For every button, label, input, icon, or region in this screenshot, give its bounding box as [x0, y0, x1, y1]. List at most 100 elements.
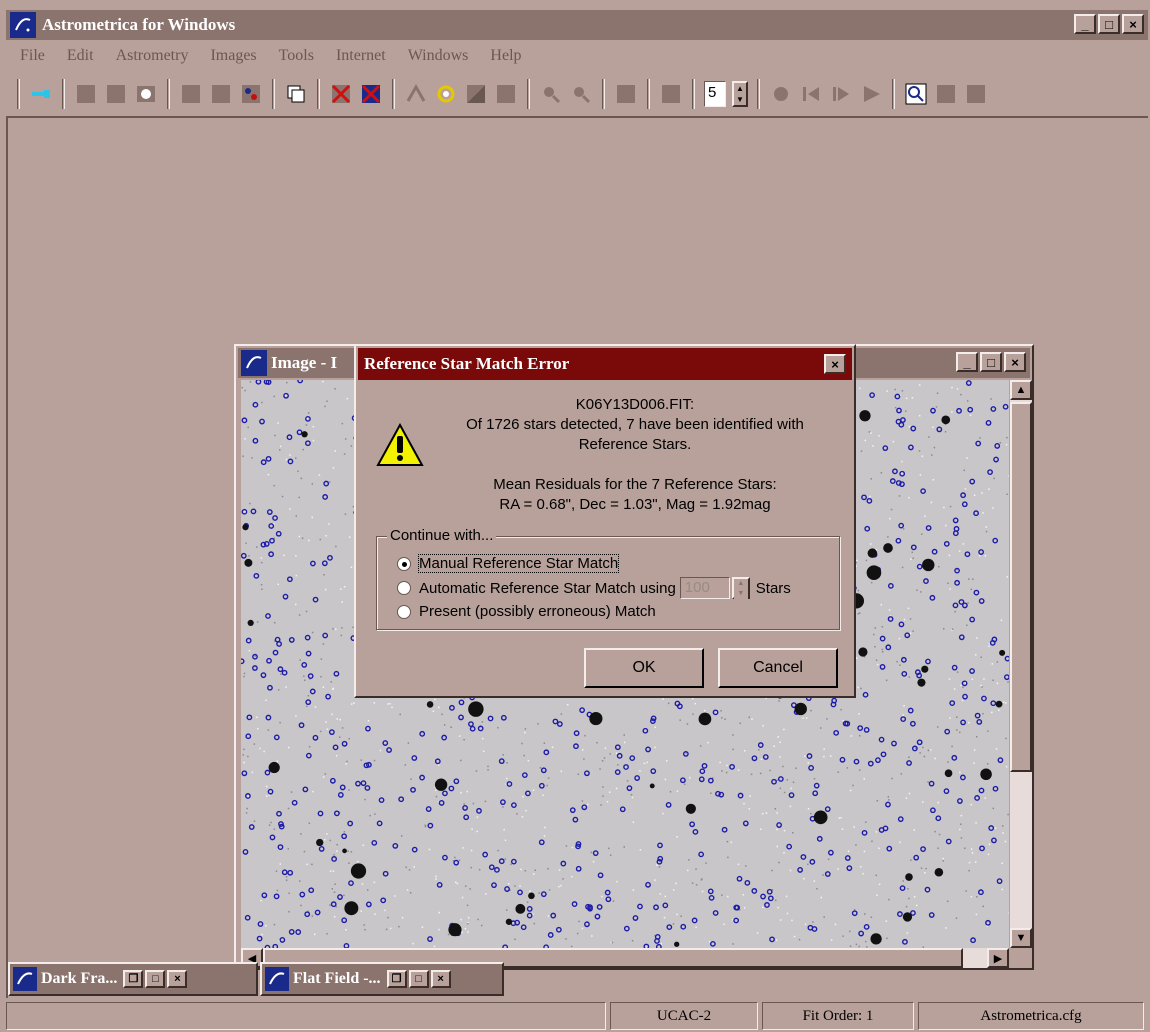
stars-spin-down-icon[interactable]: ▼: [733, 589, 748, 599]
image-window-title: Image - I: [271, 353, 338, 372]
dialog-close-button[interactable]: ×: [824, 354, 846, 374]
image-minimize-button[interactable]: _: [956, 352, 978, 372]
close-button[interactable]: ×: [1122, 14, 1144, 34]
status-config-file: Astrometrica.cfg: [918, 1002, 1144, 1030]
toolbar-separator: [272, 79, 275, 109]
radio-present-match[interactable]: [397, 604, 411, 619]
option-present-label: Present (possibly erroneous) Match: [419, 603, 656, 620]
frame-number-field[interactable]: 5: [704, 81, 726, 107]
menu-astrometry[interactable]: Astrometry: [114, 44, 191, 70]
toolbar-separator: [17, 79, 20, 109]
spin-up-icon[interactable]: ▲: [734, 83, 746, 94]
warning-icon: [376, 422, 424, 466]
key-icon[interactable]: [29, 82, 53, 106]
scroll-down-icon[interactable]: ▼: [1010, 928, 1032, 948]
image-window-icon: [241, 350, 267, 376]
dialog-filename: K06Y13D006.FIT:: [575, 396, 695, 413]
toolbar-separator: [62, 79, 65, 109]
play-icon[interactable]: [859, 82, 883, 106]
step-forward-icon[interactable]: [829, 82, 853, 106]
flat-field-icon[interactable]: [209, 82, 233, 106]
dark-frame-window-icon: [13, 967, 37, 991]
toolbar: 5 ▲ ▼: [14, 76, 1144, 112]
status-cell-main: [6, 1002, 606, 1030]
dialog-residuals-values: RA = 0.68", Dec = 1.03", Mag = 1.92mag: [499, 496, 771, 513]
windows-icon[interactable]: [284, 82, 308, 106]
main-title-bar: Astrometrica for Windows _ □ ×: [6, 10, 1148, 40]
image-close-button[interactable]: ×: [1004, 352, 1026, 372]
toolbar-separator: [317, 79, 320, 109]
stars-count-input[interactable]: 100: [679, 577, 730, 599]
telescope-icon[interactable]: [404, 82, 428, 106]
menu-internet[interactable]: Internet: [334, 44, 388, 70]
blink-icon[interactable]: [659, 82, 683, 106]
load-image-icon[interactable]: [74, 82, 98, 106]
flat-field-close-button[interactable]: ×: [430, 970, 451, 988]
stars-unit-label: Stars: [755, 579, 791, 597]
menu-bar: File Edit Astrometry Images Tools Intern…: [6, 44, 524, 70]
scroll-right-icon[interactable]: ▶: [987, 948, 1009, 968]
remove-stars-icon[interactable]: [329, 82, 353, 106]
center-icon[interactable]: [614, 82, 638, 106]
dark-frame-title: Dark Fra...: [41, 970, 118, 987]
tool-icon-2[interactable]: [964, 82, 988, 106]
app-logo-icon: [10, 12, 36, 38]
dark-frame-maximize-button[interactable]: □: [145, 970, 166, 988]
zoom-out-icon[interactable]: [569, 82, 593, 106]
dark-frame-icon[interactable]: [179, 82, 203, 106]
scroll-up-icon[interactable]: ▲: [1010, 380, 1032, 400]
toolbar-separator: [757, 79, 760, 109]
menu-edit[interactable]: Edit: [65, 44, 96, 70]
spin-down-icon[interactable]: ▼: [734, 94, 746, 105]
minimized-flat-field-window[interactable]: Flat Field -... ❐ □ ×: [260, 962, 504, 996]
menu-file[interactable]: File: [18, 44, 47, 70]
histogram-icon[interactable]: [494, 82, 518, 106]
dark-frame-close-button[interactable]: ×: [167, 970, 188, 988]
toolbar-separator: [647, 79, 650, 109]
stars-spin-up-icon[interactable]: ▲: [733, 579, 748, 589]
load-dark-icon[interactable]: [104, 82, 128, 106]
option-automatic-label: Automatic Reference Star Match using: [419, 579, 676, 597]
step-back-icon[interactable]: [799, 82, 823, 106]
maximize-button[interactable]: □: [1098, 14, 1120, 34]
flat-field-title: Flat Field -...: [293, 970, 381, 987]
menu-images[interactable]: Images: [208, 44, 258, 70]
minimize-button[interactable]: _: [1074, 14, 1096, 34]
dialog-message-line2: Reference Stars.: [578, 436, 692, 453]
toolbar-separator: [167, 79, 170, 109]
flat-field-restore-button[interactable]: ❐: [386, 970, 407, 988]
radio-automatic-match[interactable]: [397, 581, 411, 595]
dark-frame-restore-button[interactable]: ❐: [123, 970, 144, 988]
minimized-dark-frame-window[interactable]: Dark Fra... ❐ □ ×: [8, 962, 258, 996]
option-manual-match[interactable]: Manual Reference Star Match: [397, 554, 620, 573]
ok-button[interactable]: OK: [584, 648, 704, 688]
stars-count-spinner[interactable]: ▲ ▼: [731, 577, 750, 599]
vertical-scrollbar[interactable]: ▲ ▼: [1010, 380, 1032, 948]
radio-manual-match[interactable]: [397, 556, 411, 571]
frame-number-spinner[interactable]: ▲ ▼: [732, 81, 748, 107]
menu-windows[interactable]: Windows: [406, 44, 471, 70]
option-automatic-match[interactable]: Automatic Reference Star Match using 100…: [397, 577, 791, 599]
toolbar-separator: [602, 79, 605, 109]
flat-field-maximize-button[interactable]: □: [408, 970, 429, 988]
dialog-title: Reference Star Match Error: [364, 354, 570, 373]
app-title: Astrometrica for Windows: [42, 15, 236, 34]
menu-help[interactable]: Help: [488, 44, 523, 70]
option-present-match[interactable]: Present (possibly erroneous) Match: [397, 603, 656, 620]
dialog-title-bar: Reference Star Match Error ×: [358, 348, 852, 380]
image-maximize-button[interactable]: □: [980, 352, 1002, 372]
cancel-button[interactable]: Cancel: [718, 648, 838, 688]
aperture-icon[interactable]: [434, 82, 458, 106]
menu-tools[interactable]: Tools: [277, 44, 316, 70]
remove-all-icon[interactable]: [359, 82, 383, 106]
record-icon[interactable]: [769, 82, 793, 106]
toolbar-separator: [892, 79, 895, 109]
contrast-icon[interactable]: [464, 82, 488, 106]
toolbar-separator: [692, 79, 695, 109]
image-settings-icon[interactable]: [134, 82, 158, 106]
vertical-scroll-thumb[interactable]: [1010, 402, 1032, 772]
tool-icon-1[interactable]: [934, 82, 958, 106]
magnify-icon[interactable]: [904, 82, 928, 106]
star-detect-icon[interactable]: [239, 82, 263, 106]
zoom-in-icon[interactable]: [539, 82, 563, 106]
